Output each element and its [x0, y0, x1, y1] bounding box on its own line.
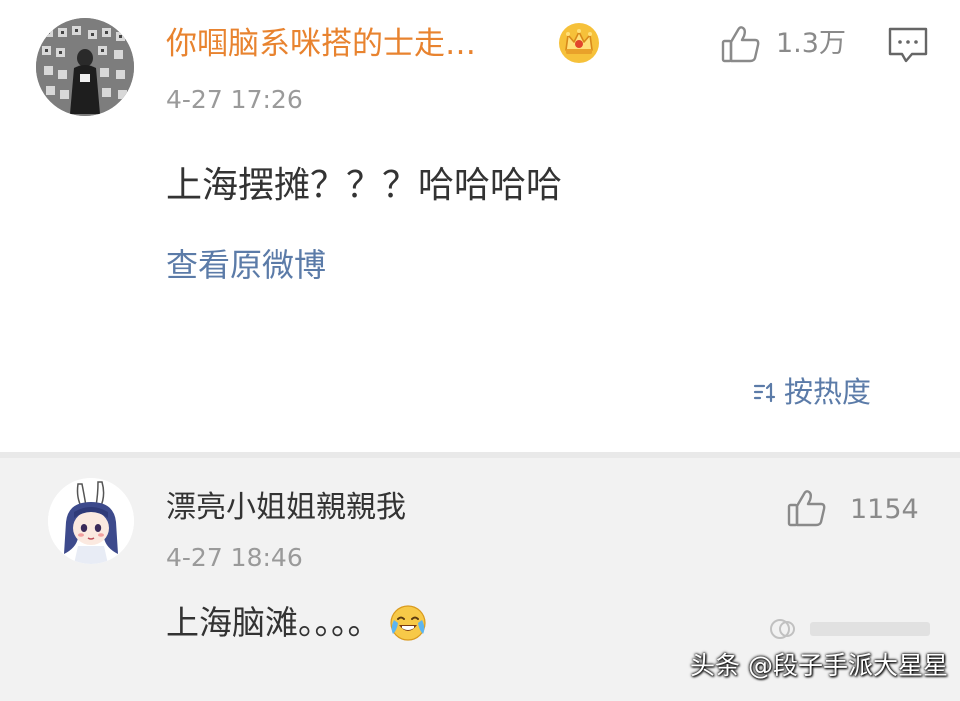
sort-icon — [753, 382, 776, 403]
avatar-image — [36, 18, 134, 116]
reply-content: 上海脑滩。。。。 — [166, 598, 427, 648]
post-content: 上海摆摊？？？哈哈哈哈 — [166, 165, 563, 206]
crying-laughing-emoji — [389, 605, 426, 641]
reply-content-text: 上海脑滩。。。。 — [166, 603, 381, 642]
watermark-text: 头条 @段子手派大星星 — [690, 651, 948, 680]
reply-like-count: 1154 — [850, 494, 919, 525]
sort-by-hot-button[interactable]: 按热度 — [752, 370, 871, 414]
reply-timestamp: 4-27 18:46 — [166, 543, 303, 572]
comment-icon[interactable] — [886, 24, 930, 66]
avatar[interactable] — [36, 18, 134, 116]
thumbs-up-icon[interactable] — [786, 488, 828, 528]
like-count: 1.3万 — [776, 28, 846, 59]
crown-icon — [558, 22, 600, 64]
reply-avatar[interactable] — [48, 478, 134, 564]
post-timestamp: 4-27 17:26 — [166, 85, 303, 114]
reply-username[interactable]: 漂亮小姐姐親親我 — [166, 486, 406, 530]
thumbs-up-icon[interactable] — [720, 24, 762, 64]
view-original-link[interactable]: 查看原微博 — [166, 242, 326, 288]
sort-label: 按热度 — [784, 375, 872, 409]
watermark-mark — [766, 614, 936, 644]
anime-avatar-image — [48, 478, 134, 564]
post-username[interactable]: 你啯脑系咪搭的士走… — [166, 22, 476, 66]
